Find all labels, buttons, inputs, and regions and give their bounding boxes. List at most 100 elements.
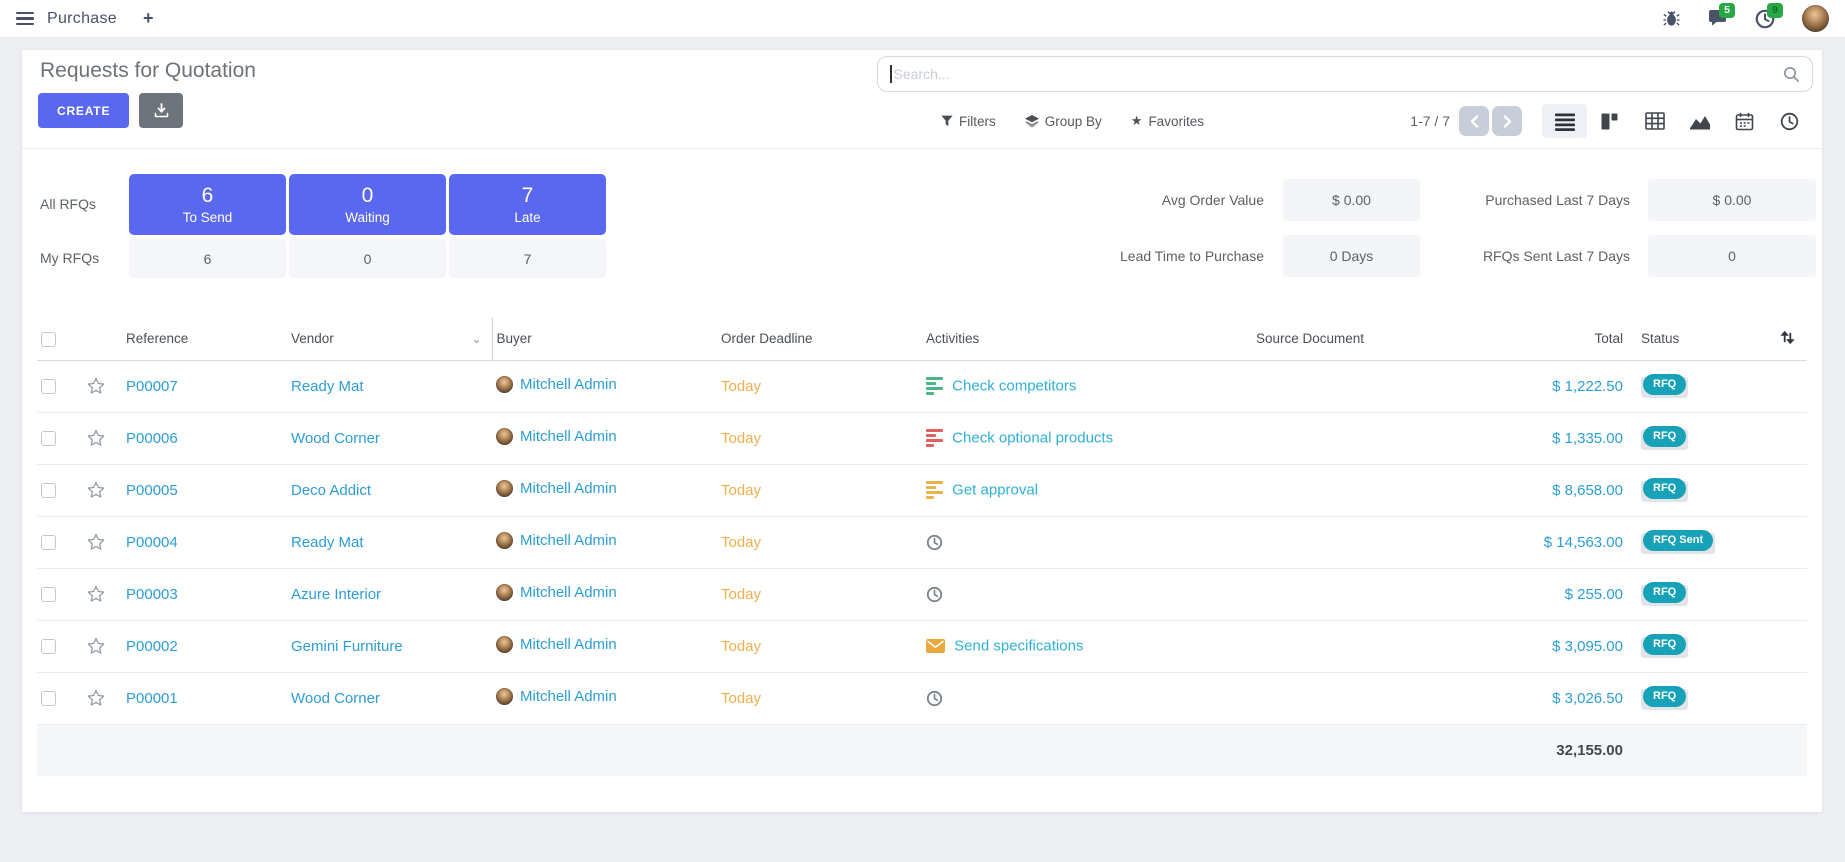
apps-menu-icon[interactable]	[16, 12, 34, 26]
row-checkbox[interactable]	[41, 379, 56, 394]
filters-menu[interactable]: Filters	[941, 114, 996, 129]
favorite-star-icon[interactable]	[86, 584, 106, 604]
table-row[interactable]: P00004 Ready Mat Mitchell Admin Today	[37, 516, 1807, 568]
row-checkbox[interactable]	[41, 535, 56, 550]
activity-clock-icon[interactable]	[926, 534, 943, 551]
row-checkbox[interactable]	[41, 587, 56, 602]
buyer-link[interactable]: Mitchell Admin	[520, 480, 617, 497]
column-status[interactable]: Status	[1627, 318, 1767, 360]
search-icon[interactable]	[1783, 66, 1800, 83]
reference-link[interactable]: P00004	[126, 534, 178, 551]
favorite-star-icon[interactable]	[86, 688, 106, 708]
reference-link[interactable]: P00006	[126, 430, 178, 447]
vendor-link[interactable]: Gemini Furniture	[291, 638, 403, 655]
table-row[interactable]: P00001 Wood Corner Mitchell Admin Today	[37, 672, 1807, 724]
activity-tasks-icon[interactable]	[926, 481, 943, 499]
row-checkbox[interactable]	[41, 691, 56, 706]
vendor-link[interactable]: Azure Interior	[291, 586, 381, 603]
column-buyer[interactable]: Buyer	[492, 318, 717, 360]
user-avatar[interactable]	[1802, 5, 1829, 32]
calendar-view-button[interactable]	[1722, 104, 1767, 138]
app-name[interactable]: Purchase	[47, 10, 117, 28]
column-order-deadline[interactable]: Order Deadline	[717, 318, 922, 360]
buyer-link[interactable]: Mitchell Admin	[520, 688, 617, 705]
activity-tasks-icon[interactable]	[926, 429, 943, 447]
tile-waiting[interactable]: 0 Waiting	[289, 174, 446, 235]
pager-previous-button[interactable]	[1459, 106, 1489, 136]
reference-link[interactable]: P00003	[126, 586, 178, 603]
total-amount: $ 8,658.00	[1552, 482, 1623, 499]
my-tile-waiting[interactable]: 0	[289, 239, 446, 278]
status-badge: RFQ	[1641, 637, 1688, 658]
new-record-plus-icon[interactable]: +	[143, 8, 154, 29]
activity-link[interactable]: Check competitors	[952, 378, 1076, 395]
order-deadline-value: Today	[721, 430, 761, 447]
vendor-link[interactable]: Ready Mat	[291, 378, 364, 395]
my-tile-late[interactable]: 7	[449, 239, 606, 278]
favorites-menu[interactable]: ★ Favorites	[1131, 113, 1204, 129]
export-button[interactable]	[139, 93, 183, 128]
column-source-document[interactable]: Source Document	[1252, 318, 1527, 360]
activity-view-button[interactable]	[1767, 104, 1812, 138]
kanban-view-button[interactable]	[1587, 104, 1632, 138]
vendor-link[interactable]: Ready Mat	[291, 534, 364, 551]
order-deadline-value: Today	[721, 690, 761, 707]
row-checkbox[interactable]	[41, 431, 56, 446]
column-reference[interactable]: Reference	[122, 318, 287, 360]
column-total[interactable]: Total	[1527, 318, 1627, 360]
select-all-checkbox[interactable]	[41, 332, 56, 347]
pivot-view-button[interactable]	[1632, 104, 1677, 138]
search-input[interactable]	[894, 66, 1784, 82]
group-by-menu[interactable]: Group By	[1025, 114, 1102, 129]
favorite-star-icon[interactable]	[86, 376, 106, 396]
pager-next-button[interactable]	[1492, 106, 1522, 136]
vendor-link[interactable]: Deco Addict	[291, 482, 371, 499]
buyer-link[interactable]: Mitchell Admin	[520, 636, 617, 653]
vendor-link[interactable]: Wood Corner	[291, 430, 380, 447]
reference-link[interactable]: P00005	[126, 482, 178, 499]
debug-bug-icon[interactable]	[1663, 10, 1680, 27]
table-row[interactable]: P00005 Deco Addict Mitchell Admin Today	[37, 464, 1807, 516]
table-row[interactable]: P00003 Azure Interior Mitchell Admin Tod…	[37, 568, 1807, 620]
source-document-value	[1252, 360, 1527, 412]
reference-link[interactable]: P00007	[126, 378, 178, 395]
reference-link[interactable]: P00001	[126, 690, 178, 707]
favorite-star-icon[interactable]	[86, 480, 106, 500]
funnel-icon	[941, 115, 953, 127]
search-bar[interactable]	[877, 56, 1813, 92]
my-tile-to-send[interactable]: 6	[129, 239, 286, 278]
activity-clock-icon[interactable]	[926, 586, 943, 603]
activities-clock-icon[interactable]: 9	[1755, 9, 1775, 29]
buyer-link[interactable]: Mitchell Admin	[520, 376, 617, 393]
activity-link[interactable]: Get approval	[952, 482, 1038, 499]
total-amount: $ 1,222.50	[1552, 378, 1623, 395]
tile-late[interactable]: 7 Late	[449, 174, 606, 235]
table-row[interactable]: P00002 Gemini Furniture Mitchell Admin T…	[37, 620, 1807, 672]
optional-columns-button[interactable]	[1767, 318, 1807, 360]
row-checkbox[interactable]	[41, 639, 56, 654]
activity-link[interactable]: Check optional products	[952, 430, 1113, 447]
favorite-star-icon[interactable]	[86, 636, 106, 656]
column-activities[interactable]: Activities	[922, 318, 1252, 360]
favorite-star-icon[interactable]	[86, 428, 106, 448]
favorite-star-icon[interactable]	[86, 532, 106, 552]
table-row[interactable]: P00006 Wood Corner Mitchell Admin Today	[37, 412, 1807, 464]
buyer-link[interactable]: Mitchell Admin	[520, 532, 617, 549]
buyer-link[interactable]: Mitchell Admin	[520, 584, 617, 601]
column-vendor[interactable]: Vendor ⌄	[287, 318, 492, 360]
list-view-button[interactable]	[1542, 104, 1587, 138]
activity-tasks-icon[interactable]	[926, 377, 943, 395]
messages-icon[interactable]: 5	[1707, 9, 1728, 28]
vendor-link[interactable]: Wood Corner	[291, 690, 380, 707]
activity-link[interactable]: Send specifications	[954, 638, 1083, 655]
buyer-link[interactable]: Mitchell Admin	[520, 428, 617, 445]
create-button[interactable]: CREATE	[38, 93, 129, 128]
view-switcher	[1542, 104, 1812, 138]
activity-clock-icon[interactable]	[926, 690, 943, 707]
row-checkbox[interactable]	[41, 483, 56, 498]
activity-envelope-icon[interactable]	[926, 639, 945, 653]
table-row[interactable]: P00007 Ready Mat Mitchell Admin Today	[37, 360, 1807, 412]
tile-to-send[interactable]: 6 To Send	[129, 174, 286, 235]
reference-link[interactable]: P00002	[126, 638, 178, 655]
graph-view-button[interactable]	[1677, 104, 1722, 138]
